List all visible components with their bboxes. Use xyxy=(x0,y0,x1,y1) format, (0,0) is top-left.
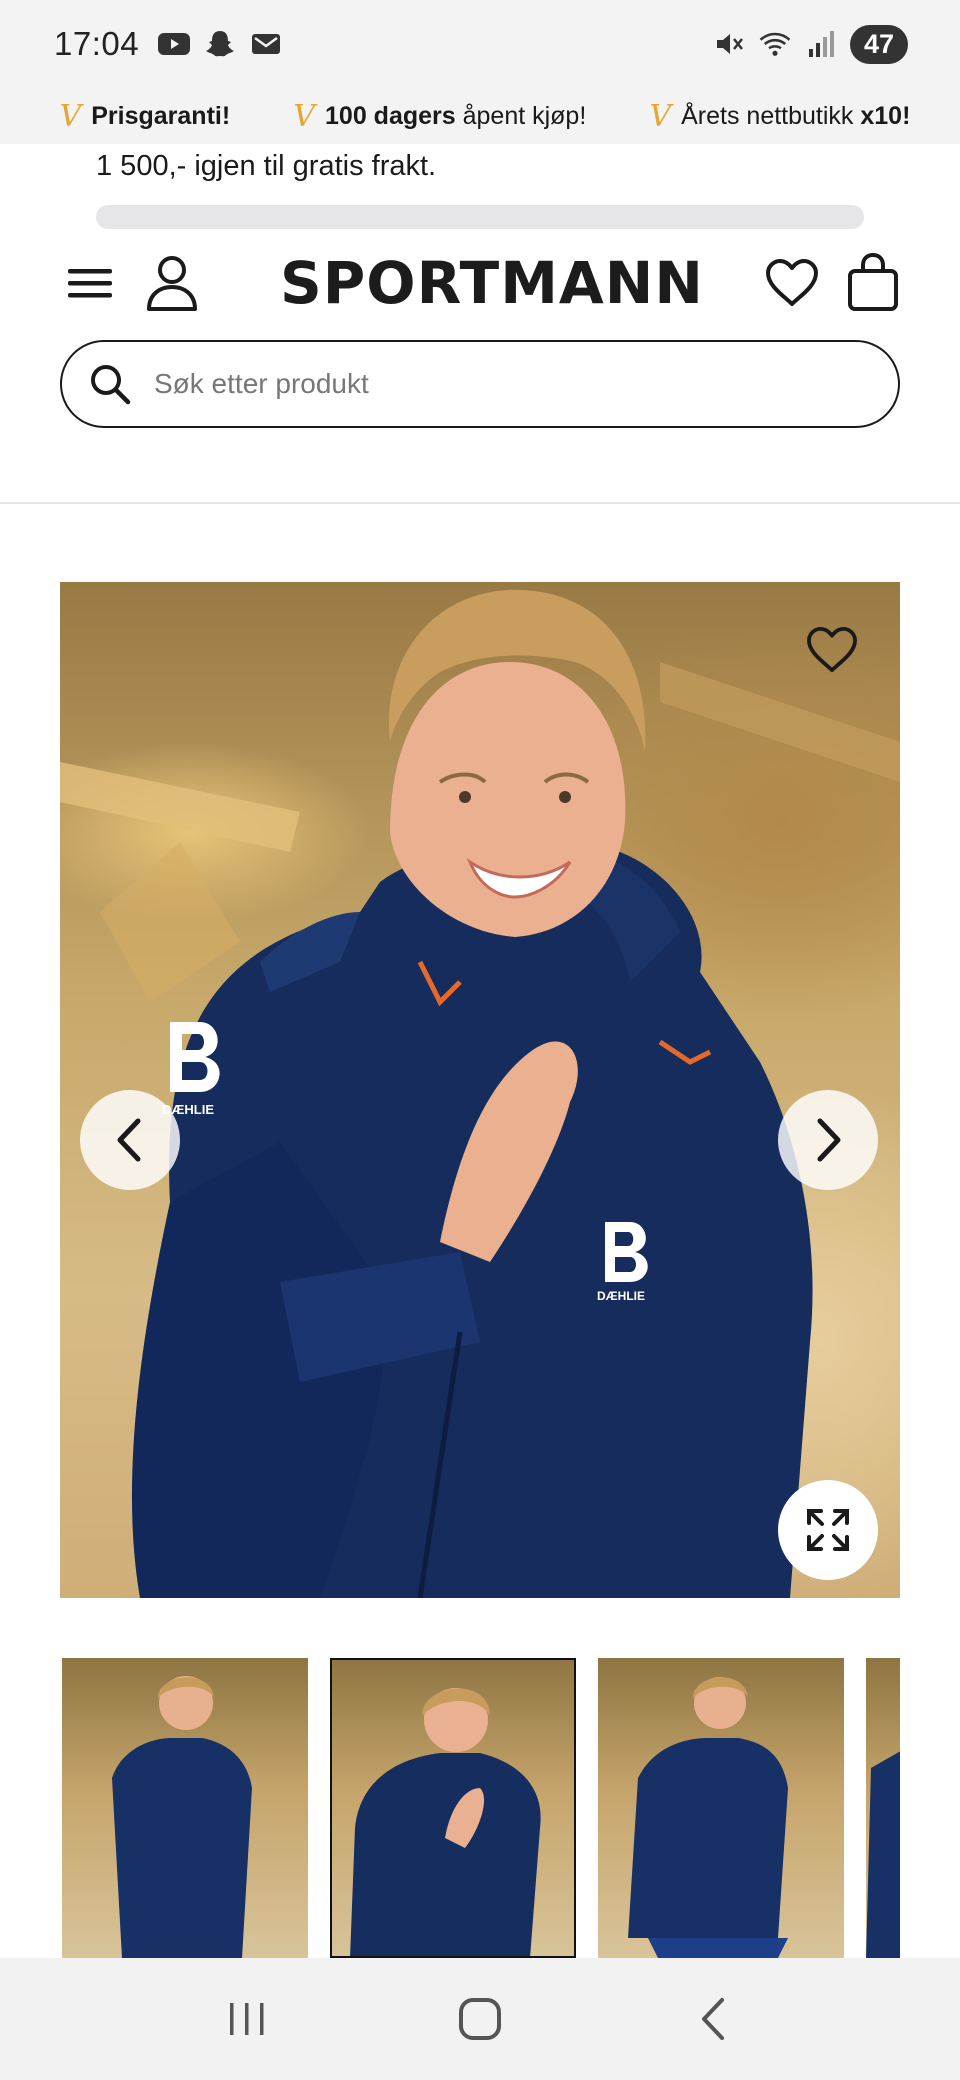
menu-icon xyxy=(68,269,112,298)
expand-icon xyxy=(807,1509,849,1551)
check-icon: V xyxy=(293,98,316,134)
thumbnail-photo xyxy=(866,1751,900,1958)
mute-icon xyxy=(712,29,746,59)
user-icon xyxy=(147,256,197,311)
heart-icon xyxy=(807,626,857,673)
search-icon xyxy=(91,365,131,405)
battery-indicator: 47 xyxy=(849,24,908,64)
menu-button[interactable] xyxy=(60,248,120,318)
next-image-button[interactable] xyxy=(778,1090,878,1190)
promo-item: V Årets nettbutikk x10! xyxy=(649,99,910,134)
youtube-icon xyxy=(157,29,191,59)
product-photo: DÆHLIE DÆHLIE xyxy=(60,589,900,1598)
promo-text: Årets nettbutikk xyxy=(681,101,861,130)
cart-button[interactable] xyxy=(843,248,903,318)
search-bar[interactable] xyxy=(60,340,900,428)
thumbnail-photo xyxy=(112,1676,252,1958)
account-button[interactable] xyxy=(142,248,202,318)
site-logo[interactable]: SPORTMANN xyxy=(280,250,703,316)
promo-item: V Prisgaranti! xyxy=(60,99,231,134)
product-image[interactable]: DÆHLIE DÆHLIE xyxy=(60,582,900,1598)
thumbnail[interactable] xyxy=(866,1658,900,1958)
status-time: 17:04 xyxy=(54,25,140,62)
wishlist-button[interactable] xyxy=(762,248,822,318)
promo-text: åpent kjøp! xyxy=(455,101,587,130)
cart-icon xyxy=(848,253,898,311)
free-shipping-progress xyxy=(96,205,864,229)
signal-icon xyxy=(804,29,838,59)
promo-bar: V Prisgaranti! V 100 dagers åpent kjøp! … xyxy=(0,88,960,144)
status-right: 47 xyxy=(712,24,908,64)
thumbnail[interactable] xyxy=(330,1658,576,1958)
home-icon xyxy=(458,1998,501,2040)
check-icon: V xyxy=(649,98,672,134)
promo-bold: x10! xyxy=(860,101,911,130)
free-shipping-text: 1 500,- igjen til gratis frakt. xyxy=(96,150,437,182)
status-left: 17:04 xyxy=(54,25,283,63)
chevron-left-icon xyxy=(117,1118,141,1162)
check-icon: V xyxy=(59,98,82,134)
recent-apps-icon xyxy=(229,2003,264,2035)
product-wishlist-button[interactable] xyxy=(802,620,862,680)
previous-image-button[interactable] xyxy=(80,1090,180,1190)
promo-item: V 100 dagers åpent kjøp! xyxy=(293,99,586,134)
thumbnail-photo xyxy=(350,1688,541,1958)
wifi-icon xyxy=(758,29,792,59)
thumbnail-strip xyxy=(60,1658,900,1958)
divider xyxy=(0,502,960,504)
back-button[interactable] xyxy=(673,1979,753,2059)
chevron-right-icon xyxy=(817,1118,841,1162)
status-bar: 17:04 47 xyxy=(0,0,960,88)
back-icon xyxy=(702,1998,725,2040)
home-button[interactable] xyxy=(440,1979,520,2059)
thumbnail[interactable] xyxy=(62,1658,308,1958)
mail-icon xyxy=(249,29,283,59)
promo-bold: Prisgaranti! xyxy=(91,101,231,130)
thumbnail-photo xyxy=(628,1677,788,1958)
fullscreen-button[interactable] xyxy=(778,1480,878,1580)
system-nav-bar xyxy=(0,1958,960,2080)
site-header: SPORTMANN xyxy=(0,248,960,322)
heart-icon xyxy=(766,259,818,306)
thumbnail[interactable] xyxy=(598,1658,844,1958)
recent-apps-button[interactable] xyxy=(207,1979,287,2059)
promo-bold: 100 dagers xyxy=(325,101,456,130)
svg-text:DÆHLIE: DÆHLIE xyxy=(597,1289,645,1303)
snapchat-icon xyxy=(203,29,237,59)
search-input[interactable] xyxy=(154,368,854,400)
